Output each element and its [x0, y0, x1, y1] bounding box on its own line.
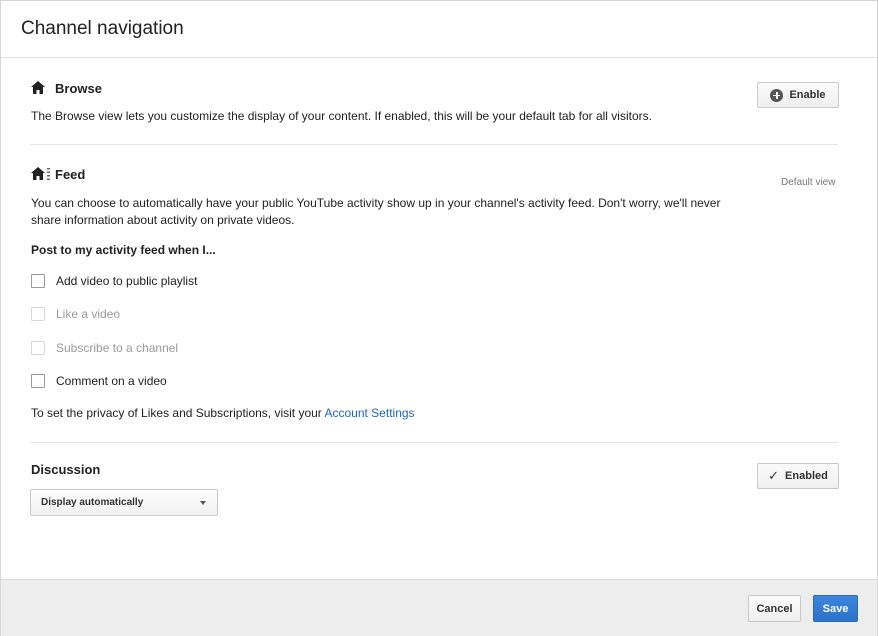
checkbox-label: Subscribe to a channel — [56, 341, 179, 355]
feed-description-line2: share information about activity on priv… — [31, 213, 295, 227]
section-divider — [30, 442, 838, 443]
checkbox-label: Add video to public playlist — [56, 274, 198, 288]
dialog-footer: Cancel Save — [1, 579, 877, 636]
privacy-text: To set the privacy of Likes and Subscrip… — [31, 406, 325, 420]
post-heading: Post to my activity feed when I... — [31, 243, 216, 257]
enable-button-label: Enable — [789, 89, 826, 101]
account-settings-link[interactable]: Account Settings — [324, 406, 414, 420]
default-view-label: Default view — [781, 177, 836, 188]
checkbox-label: Like a video — [56, 307, 121, 321]
dialog-title: Channel navigation — [21, 18, 184, 39]
save-button-label: Save — [822, 602, 849, 615]
checkbox[interactable] — [31, 307, 45, 321]
discussion-title: Discussion — [31, 462, 101, 477]
channel-navigation-dialog: Channel navigation Browse The Browse vie… — [0, 0, 878, 636]
checkbox[interactable] — [31, 274, 45, 288]
option-subscribe-channel[interactable]: Subscribe to a channel — [31, 340, 178, 356]
dialog-header: Channel navigation — [1, 1, 877, 58]
discussion-display-select[interactable]: Display automatically — [30, 489, 218, 516]
home-icon — [31, 81, 45, 94]
option-like-video[interactable]: Like a video — [31, 306, 120, 322]
plus-circle-icon — [770, 88, 784, 102]
browse-title: Browse — [55, 81, 102, 96]
cancel-button-label: Cancel — [756, 602, 793, 615]
select-value: Display automatically — [41, 497, 144, 508]
enable-browse-button[interactable]: Enable — [757, 82, 839, 108]
option-add-video-playlist[interactable]: Add video to public playlist — [31, 273, 197, 289]
checkbox[interactable] — [31, 341, 45, 355]
feed-description-line1: You can choose to automatically have you… — [31, 196, 721, 210]
browse-description: The Browse view lets you customize the d… — [31, 109, 652, 123]
cancel-button[interactable]: Cancel — [748, 595, 801, 622]
privacy-note: To set the privacy of Likes and Subscrip… — [31, 404, 415, 422]
discussion-enabled-button[interactable]: ✓ Enabled — [757, 463, 839, 489]
check-icon: ✓ — [768, 468, 780, 483]
checkbox-label: Comment on a video — [56, 374, 167, 388]
section-divider — [30, 144, 838, 145]
save-button[interactable]: Save — [813, 595, 858, 622]
feed-title: Feed — [55, 167, 86, 182]
option-comment-video[interactable]: Comment on a video — [31, 373, 167, 389]
enabled-button-label: Enabled — [785, 470, 828, 482]
checkbox[interactable] — [31, 374, 45, 388]
home-feed-icon — [31, 167, 50, 180]
chevron-down-icon — [200, 501, 206, 505]
